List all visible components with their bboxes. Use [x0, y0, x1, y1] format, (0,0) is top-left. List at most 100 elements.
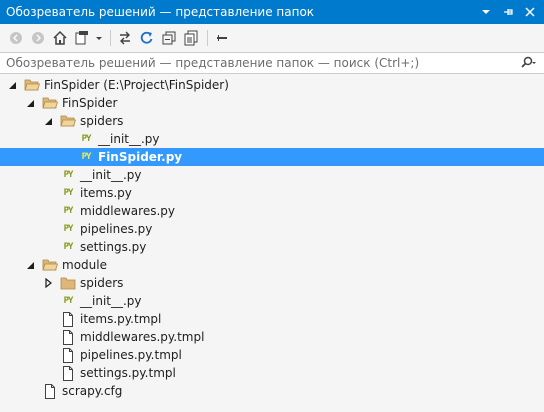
toolbar-separator: [207, 30, 208, 46]
folder-icon: [60, 275, 76, 291]
python-file-icon: PY: [60, 185, 76, 201]
home-icon[interactable]: [50, 28, 70, 48]
file-icon: [60, 329, 76, 345]
collapse-all-icon[interactable]: [159, 28, 179, 48]
forward-icon[interactable]: [28, 28, 48, 48]
file-icon: [42, 383, 58, 399]
expander-expanded-icon[interactable]: [40, 113, 56, 129]
tree-row[interactable]: PY middlewares.py: [0, 202, 544, 220]
tree-item-label: middlewares.py.tmpl: [80, 330, 205, 344]
folder-open-icon: [60, 113, 76, 129]
tree-row[interactable]: PY pipelines.py: [0, 220, 544, 238]
tree-item-label: pipelines.py.tmpl: [80, 348, 182, 362]
close-icon[interactable]: [522, 4, 538, 20]
tree-row[interactable]: middlewares.py.tmpl: [0, 328, 544, 346]
tree-item-label: settings.py: [80, 240, 147, 254]
tree-row[interactable]: PY FinSpider.py: [0, 148, 544, 166]
tree-row[interactable]: PY __init__.py: [0, 166, 544, 184]
show-all-files-icon[interactable]: [181, 28, 201, 48]
tree-item-label: items.py.tmpl: [80, 312, 162, 326]
back-icon[interactable]: [6, 28, 26, 48]
python-badge: PY: [81, 152, 92, 162]
tree-row[interactable]: scrapy.cfg: [0, 382, 544, 400]
tree-item-label: __init__.py: [80, 294, 142, 308]
tree-row[interactable]: PY settings.py: [0, 238, 544, 256]
tree-row[interactable]: PY __init__.py: [0, 130, 544, 148]
python-file-icon: PY: [78, 149, 94, 165]
tree-item-label: settings.py.tmpl: [80, 366, 176, 380]
file-icon: [60, 347, 76, 363]
python-file-icon: PY: [60, 221, 76, 237]
tree-row[interactable]: FinSpider (E:\Project\FinSpider): [0, 76, 544, 94]
search-input[interactable]: [0, 52, 514, 74]
expander-expanded-icon[interactable]: [22, 257, 38, 273]
solution-folder-icon: [24, 77, 40, 93]
python-file-icon: PY: [78, 131, 94, 147]
properties-icon[interactable]: [212, 28, 232, 48]
tree-item-label: FinSpider (E:\Project\FinSpider): [44, 78, 229, 92]
expander-collapsed-icon[interactable]: [40, 275, 56, 291]
tree-row[interactable]: spiders: [0, 274, 544, 292]
tree-item-label: spiders: [80, 114, 124, 128]
python-badge: PY: [63, 242, 74, 252]
title-bar: Обозреватель решений — представление пап…: [0, 0, 544, 24]
tree-row[interactable]: spiders: [0, 112, 544, 130]
python-badge: PY: [63, 296, 74, 306]
file-icon: [60, 365, 76, 381]
tree-item-label: items.py: [80, 186, 132, 200]
tree-item-label: pipelines.py: [80, 222, 153, 236]
refresh-icon[interactable]: [137, 28, 157, 48]
toolbar-separator: [110, 30, 111, 46]
expander-expanded-icon[interactable]: [4, 77, 20, 93]
python-file-icon: PY: [60, 203, 76, 219]
python-badge: PY: [63, 206, 74, 216]
tree-row[interactable]: module: [0, 256, 544, 274]
solution-tree: FinSpider (E:\Project\FinSpider) FinSpide…: [0, 76, 544, 412]
tree-item-label: module: [62, 258, 107, 272]
search-icon[interactable]: [514, 53, 544, 73]
python-badge: PY: [63, 224, 74, 234]
tree-row[interactable]: PY items.py: [0, 184, 544, 202]
python-badge: PY: [63, 170, 74, 180]
tree-item-label: __init__.py: [98, 132, 160, 146]
tree-item-label: FinSpider.py: [98, 150, 183, 164]
python-file-icon: PY: [60, 167, 76, 183]
folder-open-icon: [42, 95, 58, 111]
folder-open-icon: [42, 257, 58, 273]
python-badge: PY: [63, 188, 74, 198]
tree-item-label: spiders: [80, 276, 124, 290]
pin-icon[interactable]: [500, 4, 516, 20]
tree-item-label: scrapy.cfg: [62, 384, 123, 398]
expander-expanded-icon[interactable]: [22, 95, 38, 111]
window-position-dropdown-icon[interactable]: [478, 4, 494, 20]
tree-item-label: __init__.py: [80, 168, 142, 182]
window-title: Обозреватель решений — представление пап…: [6, 5, 315, 19]
tree-row[interactable]: FinSpider: [0, 94, 544, 112]
file-icon: [60, 311, 76, 327]
tree-row[interactable]: pipelines.py.tmpl: [0, 346, 544, 364]
tree-row[interactable]: PY __init__.py: [0, 292, 544, 310]
python-badge: PY: [81, 134, 92, 144]
chevron-down-icon[interactable]: [94, 28, 104, 48]
switch-views-icon[interactable]: [72, 28, 92, 48]
toolbar: [0, 24, 544, 52]
sync-with-document-icon[interactable]: [115, 28, 135, 48]
tree-row[interactable]: settings.py.tmpl: [0, 364, 544, 382]
tree-item-label: FinSpider: [62, 96, 118, 110]
tree-item-label: middlewares.py: [80, 204, 175, 218]
python-file-icon: PY: [60, 293, 76, 309]
tree-row[interactable]: items.py.tmpl: [0, 310, 544, 328]
